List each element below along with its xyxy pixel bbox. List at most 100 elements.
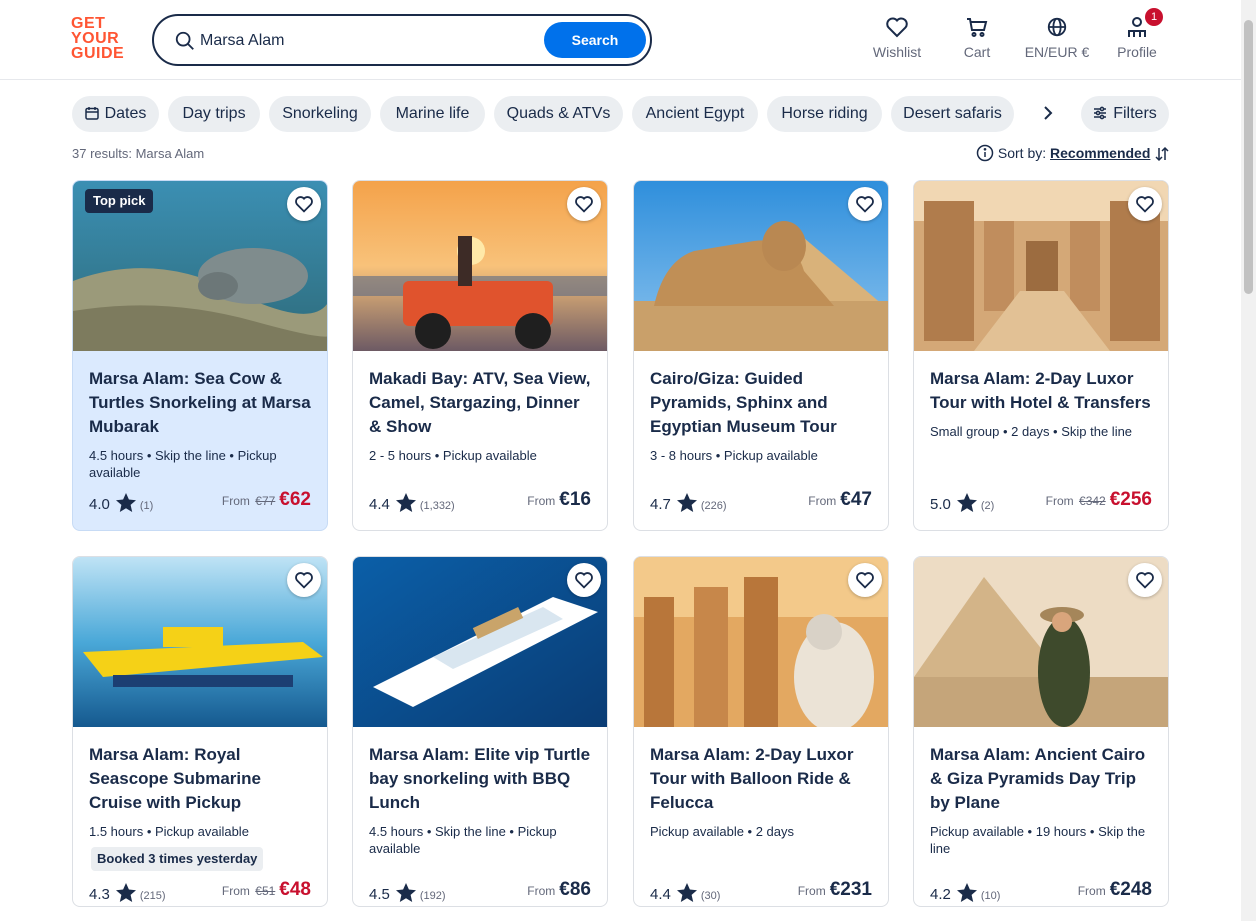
search-button[interactable]: Search: [544, 22, 646, 58]
cart-label: Cart: [963, 44, 991, 60]
original-price: €342: [1079, 494, 1106, 508]
review-count: (215): [139, 890, 166, 902]
activity-rating: 4.0 (1): [89, 493, 153, 513]
info-icon[interactable]: [976, 144, 994, 162]
wishlist-button[interactable]: [287, 187, 321, 221]
chip-marine-life[interactable]: Marine life: [380, 96, 485, 132]
search-input[interactable]: [200, 28, 530, 54]
chip-horse-riding[interactable]: Horse riding: [767, 96, 882, 132]
star-icon: [115, 493, 136, 512]
activity-rating: 5.0 (2): [930, 493, 994, 513]
sort-control[interactable]: Sort by: Recommended: [976, 144, 1170, 162]
chip-dates[interactable]: Dates: [72, 96, 159, 132]
activity-rating: 4.7 (226): [650, 493, 727, 513]
wishlist-button[interactable]: [287, 563, 321, 597]
activity-card[interactable]: Marsa Alam: 2-Day Luxor Tour with Balloo…: [633, 556, 889, 907]
star-icon: [956, 883, 977, 902]
activity-title[interactable]: Marsa Alam: 2-Day Luxor Tour with Hotel …: [930, 367, 1156, 415]
profile-label: Profile: [1117, 44, 1157, 60]
review-count: (1,332): [419, 500, 455, 512]
activity-title[interactable]: Marsa Alam: Sea Cow & Turtles Snorkeling…: [89, 367, 315, 439]
activity-card[interactable]: Marsa Alam: Royal Seascope Submarine Cru…: [72, 556, 328, 907]
chip-snorkeling[interactable]: Snorkeling: [269, 96, 371, 132]
getyourguide-logo[interactable]: GET YOUR GUIDE: [71, 16, 131, 64]
wishlist-label: Wishlist: [872, 44, 922, 60]
review-count: (192): [419, 890, 446, 902]
activity-title[interactable]: Cairo/Giza: Guided Pyramids, Sphinx and …: [650, 367, 876, 439]
chevron-right-icon: [1044, 106, 1053, 120]
rating-value: 5.0: [930, 496, 951, 513]
rating-value: 4.3: [89, 886, 110, 903]
original-price: €77: [255, 494, 276, 508]
wishlist-button[interactable]: [1128, 187, 1162, 221]
wishlist-button[interactable]: [848, 187, 882, 221]
activity-rating: 4.4 (30): [650, 883, 720, 903]
activity-price: From €77 €62: [221, 489, 311, 510]
search-icon: [175, 31, 194, 50]
heart-icon: [575, 572, 593, 589]
profile-link[interactable]: Profile 1: [1111, 8, 1163, 60]
wishlist-button[interactable]: [1128, 563, 1162, 597]
activity-card[interactable]: Top pick Marsa Alam: Sea Cow & Turtles S…: [72, 180, 328, 531]
activity-card[interactable]: Marsa Alam: Elite vip Turtle bay snorkel…: [352, 556, 608, 907]
chip-quads-atvs[interactable]: Quads & ATVs: [494, 96, 623, 132]
activity-title[interactable]: Makadi Bay: ATV, Sea View, Camel, Starga…: [369, 367, 595, 439]
activity-card[interactable]: Marsa Alam: Ancient Cairo & Giza Pyramid…: [913, 556, 1169, 907]
review-count: (10): [980, 890, 1001, 902]
review-count: (2): [980, 500, 995, 512]
page-scrollbar[interactable]: [1241, 0, 1256, 921]
original-price: €51: [255, 884, 276, 898]
rating-value: 4.2: [930, 886, 951, 903]
heart-icon: [1136, 572, 1154, 589]
activity-title[interactable]: Marsa Alam: Royal Seascope Submarine Cru…: [89, 743, 315, 815]
activity-title[interactable]: Marsa Alam: Elite vip Turtle bay snorkel…: [369, 743, 595, 815]
current-price: €62: [279, 489, 311, 510]
star-icon: [395, 493, 416, 512]
chip-desert-safaris[interactable]: Desert safaris: [891, 96, 1014, 132]
activity-title[interactable]: Marsa Alam: Ancient Cairo & Giza Pyramid…: [930, 743, 1156, 815]
wishlist-button[interactable]: [567, 187, 601, 221]
heart-icon: [856, 196, 874, 213]
current-price: €47: [840, 489, 872, 510]
activity-card[interactable]: Makadi Bay: ATV, Sea View, Camel, Starga…: [352, 180, 608, 531]
rating-value: 4.5: [369, 886, 390, 903]
results-count: 37 results: Marsa Alam: [72, 146, 205, 161]
review-count: (1): [139, 500, 154, 512]
globe-icon: [1047, 17, 1067, 37]
cart-link[interactable]: Cart: [955, 16, 999, 60]
top-pick-badge: Top pick: [85, 189, 154, 213]
activity-rating: 4.4 (1,332): [369, 493, 455, 513]
wishlist-button[interactable]: [567, 563, 601, 597]
scrollbar-thumb[interactable]: [1244, 20, 1253, 294]
current-price: €48: [279, 879, 311, 900]
heart-icon: [295, 572, 313, 589]
activity-rating: 4.2 (10): [930, 883, 1000, 903]
sliders-icon: [1094, 106, 1107, 120]
chip-day-trips[interactable]: Day trips: [168, 96, 260, 132]
activity-details: Pickup available • 2 days: [650, 824, 795, 839]
current-price: €86: [559, 879, 591, 900]
wishlist-button[interactable]: [848, 563, 882, 597]
current-price: €16: [559, 489, 591, 510]
activity-title[interactable]: Marsa Alam: 2-Day Luxor Tour with Balloo…: [650, 743, 876, 815]
current-price: €231: [829, 879, 872, 900]
heart-icon: [856, 572, 874, 589]
activity-details: 1.5 hours • Pickup available: [89, 824, 249, 839]
activity-details: 3 - 8 hours • Pickup available: [650, 448, 818, 463]
activity-card[interactable]: Cairo/Giza: Guided Pyramids, Sphinx and …: [633, 180, 889, 531]
booked-badge: Booked 3 times yesterday: [91, 847, 264, 871]
current-price: €248: [1109, 879, 1152, 900]
sort-label: Sort by:: [997, 145, 1047, 161]
chips-next-button[interactable]: [1030, 96, 1066, 132]
heart-icon: [886, 17, 908, 38]
star-icon: [395, 883, 416, 902]
activity-price: From €342 €256: [1045, 489, 1152, 510]
sort-arrows-icon: [1155, 146, 1169, 162]
chip-ancient-egypt[interactable]: Ancient Egypt: [632, 96, 758, 132]
wishlist-link[interactable]: Wishlist: [868, 16, 926, 60]
language-currency-link[interactable]: EN/EUR €: [1019, 16, 1095, 60]
activity-card[interactable]: Marsa Alam: 2-Day Luxor Tour with Hotel …: [913, 180, 1169, 531]
sort-value[interactable]: Recommended: [1050, 145, 1150, 161]
filters-button[interactable]: Filters: [1081, 96, 1169, 132]
review-count: (226): [700, 500, 727, 512]
